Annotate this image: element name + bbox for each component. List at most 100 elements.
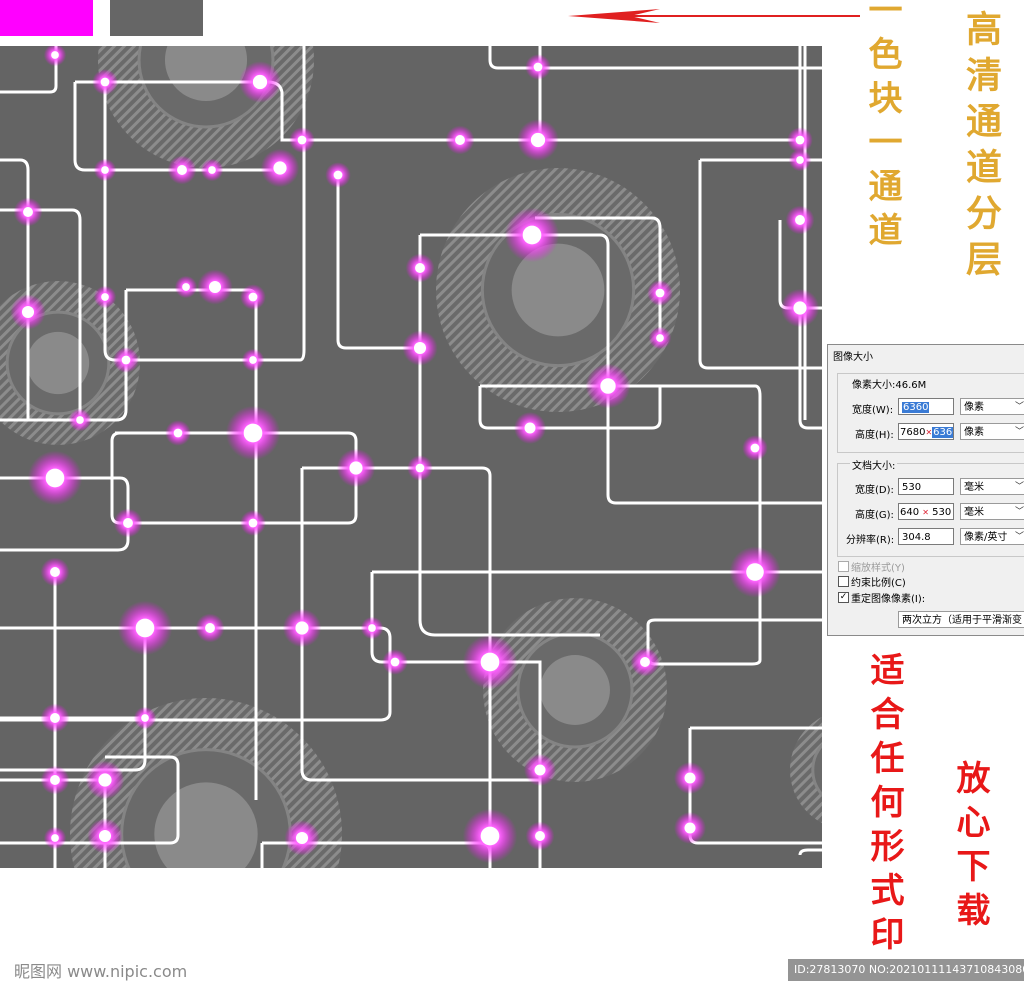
glow-dot-core xyxy=(640,657,650,667)
glow-dot-core xyxy=(208,166,216,174)
glow-dot-core xyxy=(530,132,546,148)
glow-dot-core xyxy=(796,156,804,164)
glow-dot-core xyxy=(522,225,542,245)
glow-dot-core xyxy=(123,518,133,528)
doc-width-unit-select[interactable]: 毫米 ﹀ xyxy=(960,478,1024,495)
glow-dot-core xyxy=(655,288,665,298)
doc-width-unit-value: 毫米 xyxy=(964,482,984,493)
image-size-dialog: 图像大小 像素大小:46.6M 宽度(W): 6360 像素 ﹀ 高度(H): 7… xyxy=(827,344,1024,636)
glow-dot-core xyxy=(23,207,33,217)
height-unit-value: 像素 xyxy=(964,427,984,438)
glow-dot-core xyxy=(51,51,59,59)
glow-dot-core xyxy=(793,301,807,315)
constrain-proportions-label: 约束比例(C) xyxy=(851,578,906,589)
glow-dot-core xyxy=(243,423,263,443)
checkmark-icon: ✓ xyxy=(839,592,848,602)
glow-dot-core xyxy=(533,62,543,72)
one-color-one-channel-text: 一色块一通道 xyxy=(862,0,902,256)
resample-method-select[interactable]: 两次立方（适用于平滑渐变 xyxy=(898,611,1024,628)
glow-dot-core xyxy=(534,764,546,776)
height-value-new: 6360 xyxy=(932,427,953,438)
glow-dot-core xyxy=(415,463,425,473)
glow-dot-core xyxy=(535,831,545,841)
doc-height-label: 高度(G): xyxy=(855,510,894,521)
doc-height-unit-select[interactable]: 毫米 ﹀ xyxy=(960,503,1024,520)
chevron-down-icon: ﹀ xyxy=(1014,402,1024,412)
correction-mark-icon: ✕ xyxy=(922,508,929,517)
glow-dot-core xyxy=(524,422,536,434)
glow-dot-core xyxy=(455,135,465,145)
left-arrow xyxy=(568,9,860,23)
glow-dot-core xyxy=(248,518,258,528)
glow-dot-core xyxy=(50,775,60,785)
glow-dot-core xyxy=(100,77,110,87)
center-disc xyxy=(540,655,610,725)
glow-dot-core xyxy=(121,355,131,365)
pixel-size-label: 像素大小:46.6M xyxy=(850,376,929,391)
glow-dot-core xyxy=(413,341,427,355)
width-unit-select[interactable]: 像素 ﹀ xyxy=(960,398,1024,415)
glow-dot-core xyxy=(297,135,307,145)
resample-label: 重定图像像素(I): xyxy=(851,594,926,605)
chevron-down-icon: ﹀ xyxy=(1014,532,1024,542)
chevron-down-icon: ﹀ xyxy=(1014,507,1024,517)
glow-dot-core xyxy=(390,657,400,667)
glow-dot-core xyxy=(98,773,112,787)
glow-dot-core xyxy=(98,829,112,843)
doc-width-input[interactable]: 530 xyxy=(898,478,954,495)
chevron-down-icon: ﹀ xyxy=(1014,482,1024,492)
glow-dot-core xyxy=(177,165,187,175)
glow-dot-core xyxy=(173,428,183,438)
constrain-proportions-checkbox[interactable] xyxy=(838,576,849,587)
glow-dot-core xyxy=(50,567,60,577)
center-disc xyxy=(154,782,258,868)
glow-dot-core xyxy=(480,652,500,672)
resolution-unit-select[interactable]: 像素/英寸 ﹀ xyxy=(960,528,1024,545)
glow-dot-core xyxy=(205,623,215,633)
doc-height-input[interactable]: 640 ✕ 530 xyxy=(898,503,954,520)
height-label: 高度(H): xyxy=(855,430,894,441)
glow-dot-core xyxy=(21,305,35,319)
glow-dot-core xyxy=(101,293,109,301)
glow-dot-core xyxy=(182,283,190,291)
hd-channel-layer-text: 高清通道分层 xyxy=(960,10,1002,286)
download-assured-text: 放心下载 xyxy=(950,760,990,936)
watermark-text: 昵图网 www.nipic.com xyxy=(14,962,188,981)
glow-dot-core xyxy=(249,356,257,364)
glow-dot-core xyxy=(50,713,60,723)
glow-dot-core xyxy=(135,618,155,638)
scale-styles-checkbox[interactable] xyxy=(838,561,849,572)
glow-dot-core xyxy=(656,334,664,342)
glow-dot-core xyxy=(101,166,109,174)
glow-dot-core xyxy=(600,378,616,394)
dialog-title: 图像大小 xyxy=(833,352,873,363)
resolution-unit-value: 像素/英寸 xyxy=(964,532,1008,543)
resolution-label: 分辨率(R): xyxy=(846,535,895,546)
glow-dot-core xyxy=(684,822,696,834)
glow-dot-core xyxy=(295,831,309,845)
glow-dot-core xyxy=(208,280,222,294)
width-input[interactable]: 6360 xyxy=(898,398,954,415)
glow-dot-core xyxy=(368,624,376,632)
width-label: 宽度(W): xyxy=(852,405,894,416)
suitable-for-print-text: 适合任何形式印 xyxy=(864,652,904,960)
height-value-old: 7680 xyxy=(900,427,926,438)
height-unit-select[interactable]: 像素 ﹀ xyxy=(960,423,1024,440)
glow-dot-core xyxy=(45,468,65,488)
glow-dot-core xyxy=(795,135,805,145)
scale-styles-label: 缩放样式(Y) xyxy=(851,563,905,574)
resample-checkbox[interactable]: ✓ xyxy=(838,592,849,603)
doc-height-value-new: 530 xyxy=(932,507,952,518)
resolution-input[interactable]: 304.8 xyxy=(898,528,954,545)
document-size-label: 文档大小: xyxy=(850,457,898,472)
glow-dot-core xyxy=(141,714,149,722)
glow-dot-core xyxy=(252,74,268,90)
glow-dot-core xyxy=(248,292,258,302)
glow-dot-core xyxy=(333,170,343,180)
height-input[interactable]: 7680✕6360 xyxy=(898,423,954,440)
doc-height-value-old: 640 xyxy=(900,507,920,518)
glow-dot-core xyxy=(684,772,696,784)
chevron-down-icon: ﹀ xyxy=(1014,427,1024,437)
width-unit-value: 像素 xyxy=(964,402,984,413)
width-value: 6360 xyxy=(902,402,930,413)
